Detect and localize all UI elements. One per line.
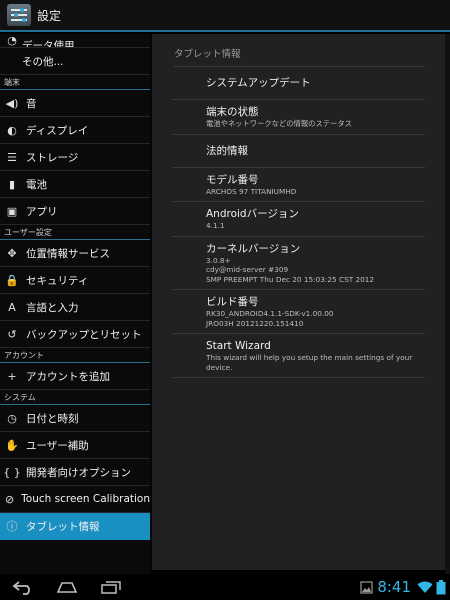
pref-summary: 3.0.8+ cdy@mid-server #309 SMP PREEMPT T… bbox=[206, 255, 375, 284]
sidebar-item-label: アプリ bbox=[26, 205, 58, 218]
sidebar-item-label: データ使用 bbox=[22, 40, 75, 48]
pref-summary: This wizard will help you setup the main… bbox=[206, 353, 413, 372]
sidebar-item-label: アカウントを追加 bbox=[26, 370, 110, 383]
pref-title: カーネルバージョン bbox=[206, 242, 301, 255]
screenshot-notification-icon bbox=[360, 580, 373, 594]
sidebar-item-label: ストレージ bbox=[26, 151, 79, 164]
data-usage-icon: ◔ bbox=[7, 34, 17, 47]
sidebar-item-backup[interactable]: ↺ バックアップとリセット bbox=[0, 321, 150, 348]
pref-item-2[interactable]: 法的情報 bbox=[172, 135, 425, 168]
sidebar-item-keyboard[interactable]: A 言語と入力 bbox=[0, 294, 150, 321]
sidebar-item-label: その他... bbox=[22, 55, 64, 68]
pref-title: Start Wizard bbox=[206, 340, 271, 352]
lock-icon: 🔒 bbox=[5, 273, 19, 287]
detail-pane: タブレット情報 システムアップデート 端末の状態 電池やネットワークなどの情報のステ… bbox=[152, 34, 450, 574]
battery-icon: ▮ bbox=[8, 177, 16, 191]
sidebar-item-label: 日付と時刻 bbox=[26, 412, 79, 425]
pref-title: Androidバージョン bbox=[206, 208, 299, 220]
panel-header: タブレット情報 bbox=[174, 46, 425, 67]
wifi-icon bbox=[417, 581, 433, 593]
sidebar-item-braces[interactable]: { } 開発者向けオプション bbox=[0, 459, 150, 486]
sidebar-item-label: セキュリティ bbox=[26, 274, 89, 287]
recent-apps-button[interactable] bbox=[96, 576, 126, 598]
clock-icon: ◷ bbox=[7, 411, 17, 425]
storage-icon: ☰ bbox=[7, 150, 17, 164]
pref-item-3[interactable]: モデル番号 ARCHOS 97 TITANIUMHD bbox=[172, 168, 425, 202]
section-header: アカウント bbox=[0, 348, 150, 363]
sidebar-item-label: ユーザー補助 bbox=[26, 439, 89, 452]
pref-title: 法的情報 bbox=[206, 144, 248, 157]
keyboard-icon: A bbox=[8, 300, 16, 314]
section-header: システム bbox=[0, 390, 150, 405]
sidebar-item-battery[interactable]: ▮ 電池 bbox=[0, 171, 150, 198]
sidebar-item-label: ディスプレイ bbox=[26, 124, 89, 137]
brightness-icon: ◐ bbox=[7, 123, 17, 137]
sidebar-item-label: 言語と入力 bbox=[26, 301, 79, 314]
status-clock: 8:41 bbox=[377, 578, 411, 596]
sidebar-item-hand[interactable]: ✋ ユーザー補助 bbox=[0, 432, 150, 459]
sidebar-item-storage[interactable]: ☰ ストレージ bbox=[0, 144, 150, 171]
sidebar-item-lock[interactable]: 🔒 セキュリティ bbox=[0, 267, 150, 294]
sidebar-item-label: バックアップとリセット bbox=[26, 328, 142, 341]
plus-icon: + bbox=[7, 369, 17, 383]
calibration-icon: ⊘ bbox=[4, 492, 15, 506]
sidebar-item-label: Touch screen Calibration bbox=[21, 493, 150, 505]
back-icon bbox=[12, 581, 30, 595]
panel-edge bbox=[445, 34, 450, 574]
settings-category-list[interactable]: ◔ データ使用その他... 端末 ◀) 音 ◐ ディスプレイ ☰ ストレージ ▮ 電池 ▣ アプリユーザ… bbox=[0, 34, 150, 574]
backup-icon: ↺ bbox=[7, 327, 17, 341]
sidebar-item-data-usage[interactable]: ◔ データ使用 bbox=[0, 34, 150, 48]
sidebar-item-label: 開発者向けオプション bbox=[26, 466, 131, 479]
sidebar-item-calibration[interactable]: ⊘ Touch screen Calibration bbox=[0, 486, 150, 513]
pref-summary: RK30_ANDROID4.1.1-SDK-v1.00.00 JRO03H 20… bbox=[206, 309, 334, 328]
home-icon bbox=[56, 582, 78, 593]
sidebar-item-label: タブレット情報 bbox=[26, 520, 100, 533]
sidebar-item-plus[interactable]: + アカウントを追加 bbox=[0, 363, 150, 390]
pref-summary: 4.1.1 bbox=[206, 221, 225, 230]
sidebar-item-clock[interactable]: ◷ 日付と時刻 bbox=[0, 405, 150, 432]
sidebar-item-apps[interactable]: ▣ アプリ bbox=[0, 198, 150, 225]
sidebar-item-label: 位置情報サービス bbox=[26, 247, 110, 260]
recent-apps-icon bbox=[101, 581, 121, 594]
pref-title: 端末の状態 bbox=[206, 106, 259, 118]
sidebar-item-brightness[interactable]: ◐ ディスプレイ bbox=[0, 117, 150, 144]
action-bar: 設定 bbox=[0, 0, 450, 32]
pref-summary: 電池やネットワークなどの情報のステータス bbox=[206, 119, 352, 128]
pref-item-0[interactable]: システムアップデート bbox=[172, 67, 425, 100]
hand-icon: ✋ bbox=[5, 438, 19, 452]
pref-title: システムアップデート bbox=[206, 77, 311, 89]
home-button[interactable] bbox=[52, 576, 82, 598]
about-tablet-panel: タブレット情報 システムアップデート 端末の状態 電池やネットワークなどの情報のステ… bbox=[152, 34, 445, 570]
sidebar-item-label: 電池 bbox=[26, 178, 47, 191]
sidebar-item-info[interactable]: ⓘ タブレット情報 bbox=[0, 513, 150, 540]
pref-android[interactable]: Androidバージョン 4.1.1 bbox=[172, 202, 425, 237]
section-header: 端末 bbox=[0, 75, 150, 90]
back-button[interactable] bbox=[8, 576, 38, 598]
sidebar-item-speaker[interactable]: ◀) 音 bbox=[0, 90, 150, 117]
location-icon: ✥ bbox=[7, 246, 17, 260]
settings-app-icon[interactable] bbox=[7, 4, 31, 26]
pref-item-1[interactable]: 端末の状態 電池やネットワークなどの情報のステータス bbox=[172, 100, 425, 135]
status-area[interactable]: 8:41 bbox=[360, 574, 446, 600]
section-header: ユーザー設定 bbox=[0, 225, 150, 240]
sidebar-item-location[interactable]: ✥ 位置情報サービス bbox=[0, 240, 150, 267]
pref-summary: ARCHOS 97 TITANIUMHD bbox=[206, 186, 297, 196]
pref-item-5[interactable]: カーネルバージョン 3.0.8+ cdy@mid-server #309 SMP … bbox=[172, 237, 425, 290]
braces-icon: { } bbox=[3, 465, 21, 479]
apps-icon: ▣ bbox=[6, 204, 18, 218]
pref-title: ビルド番号 bbox=[206, 296, 259, 308]
info-icon: ⓘ bbox=[6, 520, 18, 533]
page-title: 設定 bbox=[37, 8, 62, 23]
sidebar-item-more[interactable]: その他... bbox=[0, 48, 150, 75]
pref-start-wizard[interactable]: Start Wizard This wizard will help you se… bbox=[172, 334, 425, 378]
pref-item-6[interactable]: ビルド番号 RK30_ANDROID4.1.1-SDK-v1.00.00 JRO0… bbox=[172, 290, 425, 334]
pref-title: モデル番号 bbox=[206, 173, 259, 186]
battery-status-icon bbox=[436, 579, 446, 594]
speaker-icon: ◀) bbox=[5, 96, 19, 110]
sidebar-item-label: 音 bbox=[26, 97, 37, 110]
